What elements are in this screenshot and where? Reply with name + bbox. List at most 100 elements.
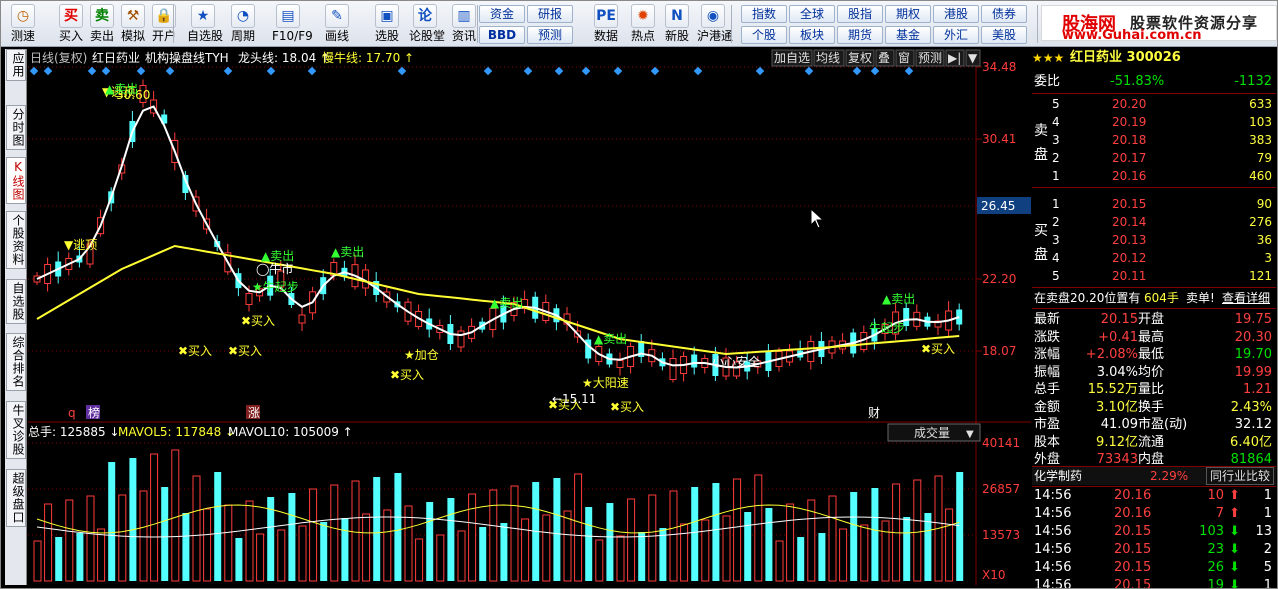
chart-header-button-4[interactable]: 窗: [895, 49, 915, 67]
volume-bar: [214, 472, 222, 581]
left-tab-6[interactable]: 牛叉诊股: [6, 401, 26, 459]
chart-header-button-5[interactable]: 预测: [915, 49, 945, 67]
stat-row: 涨幅 +2.08% 最低 19.70: [1032, 346, 1276, 364]
toolbar-select-button[interactable]: ▣ 选股: [371, 3, 403, 45]
left-tab-5[interactable]: 综合排名: [6, 333, 26, 391]
quick-button-12[interactable]: 期货: [837, 26, 883, 44]
event-mark[interactable]: 榜: [86, 405, 100, 420]
stat-value: 41.09: [1100, 417, 1138, 432]
ask-row[interactable]: 1 20.16 460: [1032, 167, 1276, 185]
chart-header-button-7[interactable]: ▼: [965, 49, 981, 67]
quick-button-4[interactable]: 指数: [741, 5, 787, 23]
svg-text:榜: 榜: [88, 405, 100, 420]
event-mark[interactable]: q: [66, 405, 80, 420]
chart-header-button-6[interactable]: ▶|: [945, 49, 965, 67]
chart-header-button-3[interactable]: 叠: [875, 49, 895, 67]
quick-button-0[interactable]: 资金: [479, 5, 525, 23]
svg-text:加自选: 加自选: [774, 51, 810, 65]
ask-row[interactable]: 2 20.17 79: [1032, 149, 1276, 167]
quick-button-15[interactable]: 美股: [981, 26, 1027, 44]
quick-button-6[interactable]: 股指: [837, 5, 883, 23]
tick-price: 20.15: [1114, 542, 1152, 557]
industry-compare-button[interactable]: 同行业比较: [1205, 467, 1274, 485]
kline-chart-area[interactable]: 34.4830.4126.4522.2018.0726.45日线(复权)红日药业…: [28, 49, 1031, 585]
chart-header-button-0[interactable]: 加自选: [771, 49, 813, 67]
bid-row[interactable]: 1 20.15 90: [1032, 195, 1276, 213]
toolbar-sell-button[interactable]: 卖卖出: [86, 3, 118, 45]
volume-bar: [288, 493, 296, 581]
ask-row[interactable]: 4 20.19 103: [1032, 113, 1276, 131]
quick-button-5[interactable]: 全球: [789, 5, 835, 23]
left-tab-4[interactable]: 自选股: [6, 279, 26, 324]
quick-button-11[interactable]: 板块: [789, 26, 835, 44]
quick-button-14[interactable]: 外汇: [933, 26, 979, 44]
volume-bar: [786, 503, 795, 582]
toolbar-button-label: 卖出: [89, 29, 114, 43]
ask-row[interactable]: 5 20.20 633: [1032, 95, 1276, 113]
volume-bar: [351, 480, 360, 582]
bid-row[interactable]: 5 20.11 121: [1032, 267, 1276, 285]
chart-header-button-2[interactable]: 复权: [845, 49, 875, 67]
quick-button-3[interactable]: 预测: [527, 26, 573, 44]
toolbar-button-label: 自选股: [187, 29, 224, 43]
volume-bar: [447, 498, 455, 581]
ask-row[interactable]: 3 20.18 383: [1032, 131, 1276, 149]
event-mark[interactable]: 涨: [246, 405, 260, 420]
toolbar-hk-connect-button[interactable]: ◉ 沪港通: [697, 3, 733, 45]
volume-bar: [881, 520, 890, 582]
star-icon[interactable]: ★★★: [1032, 49, 1064, 67]
ask-volume: 460: [1249, 169, 1272, 183]
svg-text:预测: 预测: [918, 51, 942, 65]
left-tab-7[interactable]: 超级盘口: [6, 469, 26, 527]
left-tab-0[interactable]: 应用: [6, 49, 26, 81]
toolbar-f10-button[interactable]: ▤ F10/F9: [272, 3, 313, 45]
left-tab-3[interactable]: 个股资料: [6, 211, 26, 269]
quick-button-10[interactable]: 个股: [741, 26, 787, 44]
toolbar-hammer-button[interactable]: ⚒ 模拟: [117, 3, 149, 45]
toolbar-news-button[interactable]: ▥ 资讯: [448, 3, 480, 45]
quick-button-8[interactable]: 港股: [933, 5, 979, 23]
quick-button-9[interactable]: 债券: [981, 5, 1027, 23]
toolbar-fire-button[interactable]: ✹ 热点: [627, 3, 659, 45]
left-tab-2[interactable]: K线图: [6, 157, 26, 204]
ask-level: 5: [1052, 97, 1060, 111]
volume-bar: [956, 472, 964, 581]
tick-volume: 26: [1207, 560, 1224, 575]
ask-level: 1: [1052, 169, 1060, 183]
toolbar-button-label: F10/F9: [272, 29, 313, 43]
bid-row[interactable]: 3 20.13 36: [1032, 231, 1276, 249]
quick-button-13[interactable]: 基金: [885, 26, 931, 44]
toolbar-clock-button[interactable]: ◷ 测速: [7, 3, 39, 45]
volume-bar: [235, 538, 243, 581]
toolbar-pen-button[interactable]: ✎ 画线: [321, 3, 353, 45]
volume-indicator-dropdown[interactable]: 成交量 ▼: [887, 423, 981, 442]
toolbar-lock-button[interactable]: 🔒 开户: [148, 3, 180, 45]
tick-time: 14:56: [1034, 488, 1072, 503]
kline-chart[interactable]: 34.4830.4126.4522.2018.0726.45日线(复权)红日药业…: [28, 49, 1031, 585]
quick-button-1[interactable]: 研报: [527, 5, 573, 23]
toolbar-forum-button[interactable]: 论论股堂: [409, 3, 445, 45]
stat-value: 20.30: [1234, 329, 1272, 345]
sell-signal-mark: ▲卖出: [105, 82, 138, 96]
toolbar-period-button[interactable]: ◔ 周期: [227, 3, 259, 45]
toolbar-star-button[interactable]: ★ 自选股: [187, 3, 224, 45]
bid-row[interactable]: 2 20.14 276: [1032, 213, 1276, 231]
left-tab-1[interactable]: 分时图: [6, 105, 26, 150]
toolbar-pe-button[interactable]: PE 数据: [590, 3, 622, 45]
divider: [1032, 93, 1276, 94]
ask-price: 20.18: [1112, 133, 1147, 147]
volume-bar: [97, 528, 106, 582]
bid-row[interactable]: 4 20.12 3: [1032, 249, 1276, 267]
tick-count: 1: [1263, 578, 1272, 589]
quick-button-2[interactable]: BBD: [479, 26, 525, 44]
quick-button-7[interactable]: 期权: [885, 5, 931, 23]
event-mark[interactable]: 财: [866, 405, 880, 420]
chart-header-button-1[interactable]: 均线: [813, 49, 845, 67]
toolbar-buy-button[interactable]: 买买入: [55, 3, 87, 45]
tick-time: 14:56: [1034, 560, 1072, 575]
newstock-icon: N: [665, 4, 689, 28]
view-detail-link[interactable]: 查看详细: [1222, 289, 1270, 307]
bid-level: 2: [1052, 215, 1060, 229]
toolbar-newstock-button[interactable]: N 新股: [661, 3, 693, 45]
sector-info[interactable]: 化学制药 2.29% 同行业比较: [1032, 467, 1276, 485]
